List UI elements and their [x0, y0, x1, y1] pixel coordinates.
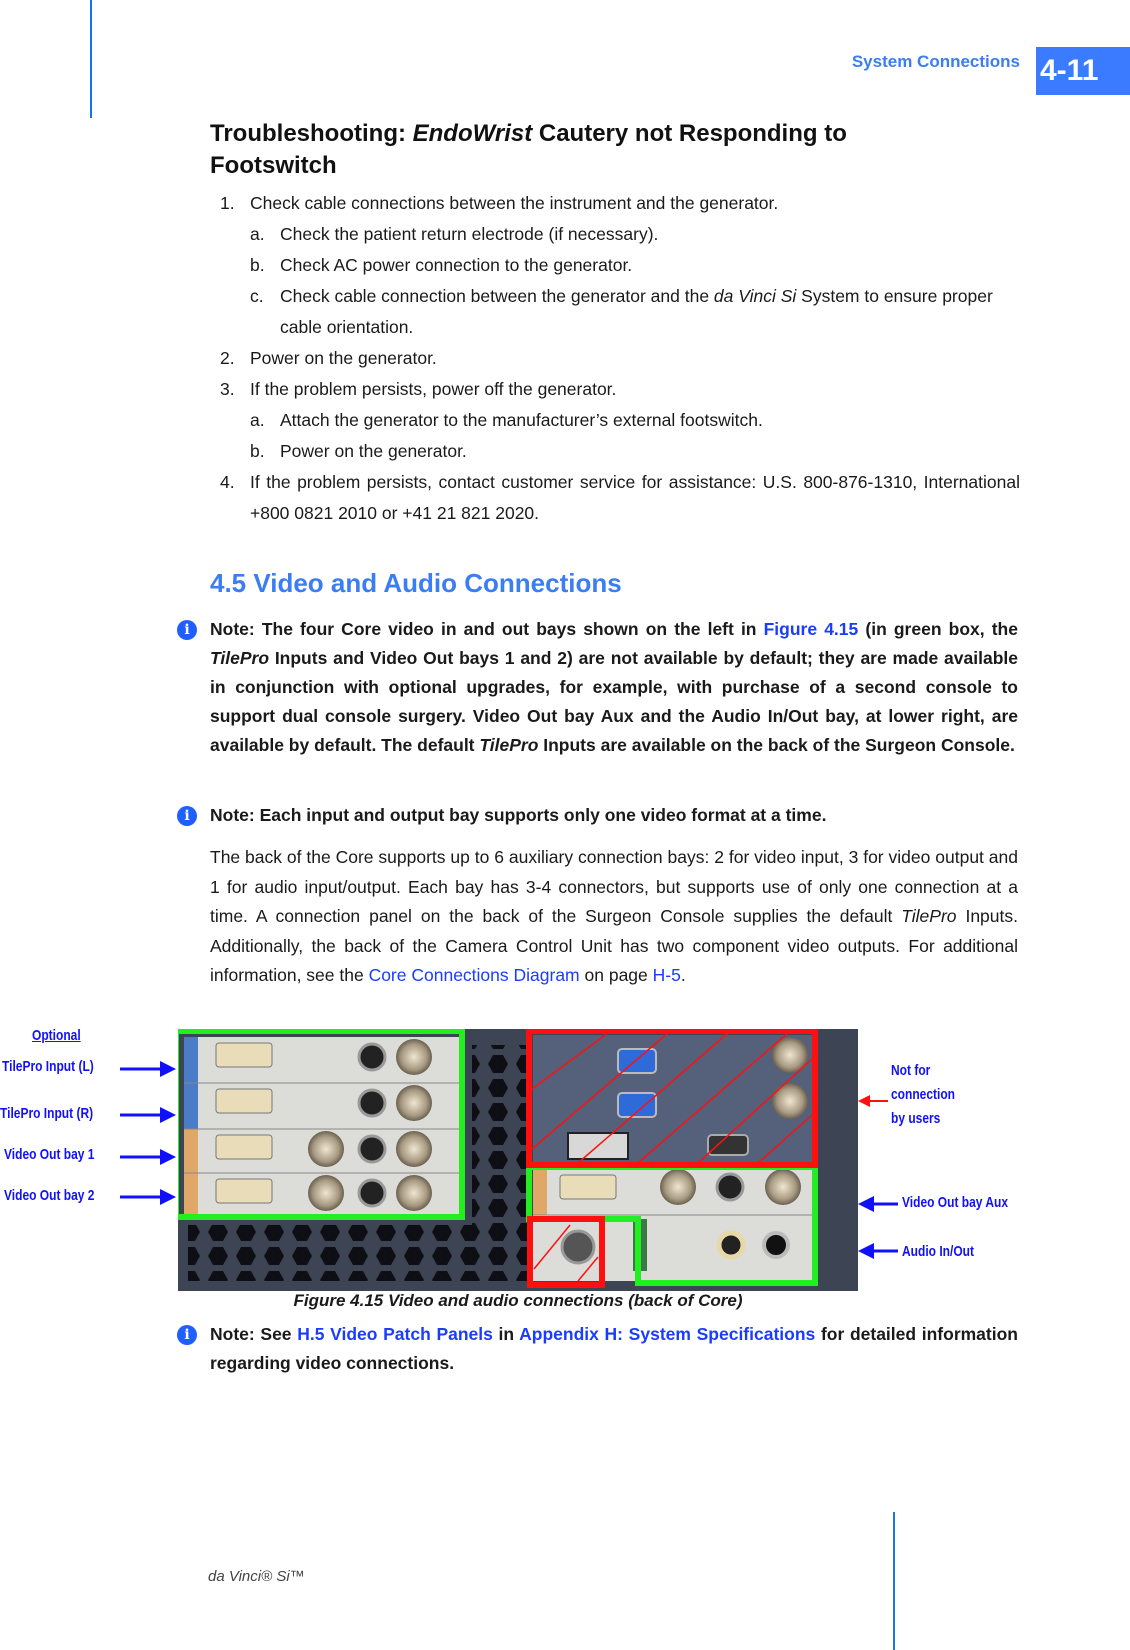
appendix-h-link[interactable]: Appendix H: System Specifications — [519, 1324, 815, 1344]
bottom-margin-rule — [893, 1512, 895, 1650]
figure-4-15-link[interactable]: Figure 4.15 — [764, 619, 859, 639]
page-h5-link[interactable]: H-5 — [653, 965, 681, 985]
step-4: 4. If the problem persists, contact custo… — [220, 472, 1020, 523]
step-1a: a. Check the patient return electrode (if… — [250, 224, 659, 244]
top-margin-rule — [90, 0, 92, 118]
step-2: 2. Power on the generator. — [220, 348, 437, 368]
info-icon: i — [177, 620, 197, 640]
note-core-bays: Note: The four Core video in and out bay… — [210, 619, 1018, 755]
page-number-badge: 4-11 — [1036, 47, 1130, 95]
troubleshooting-heading: Troubleshooting: EndoWrist Cautery not R… — [210, 120, 847, 179]
troubleshooting-steps: 1. Check cable connections between the in… — [210, 188, 1020, 529]
figure-4-15-core-back — [178, 1029, 858, 1291]
step-3b: b. Power on the generator. — [250, 441, 467, 461]
info-icon: i — [177, 1325, 197, 1345]
info-icon: i — [177, 806, 197, 826]
section-header-title: System Connections — [851, 52, 1020, 71]
core-back-illustration — [178, 1029, 858, 1291]
step-3: 3. If the problem persists, power off the… — [220, 379, 617, 399]
core-connections-diagram-link[interactable]: Core Connections Diagram — [369, 965, 580, 985]
core-bays-paragraph: The back of the Core supports up to 6 au… — [210, 847, 1018, 985]
step-3a: a. Attach the generator to the manufactur… — [250, 410, 763, 430]
step-1b: b. Check AC power connection to the gener… — [250, 255, 633, 275]
h5-video-patch-panels-link[interactable]: H.5 Video Patch Panels — [297, 1324, 493, 1344]
footer-product-name: da Vinci® Si™ — [208, 1568, 305, 1585]
figure-caption: Figure 4.15 Video and audio connections … — [293, 1291, 743, 1310]
step-1c: c. Check cable connection between the gen… — [250, 286, 993, 337]
note-video-patch-panels: Note: See H.5 Video Patch Panels in Appe… — [210, 1324, 1018, 1373]
note-video-format: Note: Each input and output bay supports… — [210, 805, 827, 825]
step-1: 1. Check cable connections between the in… — [220, 193, 779, 213]
section-heading: 4.5 Video and Audio Connections — [210, 568, 622, 598]
